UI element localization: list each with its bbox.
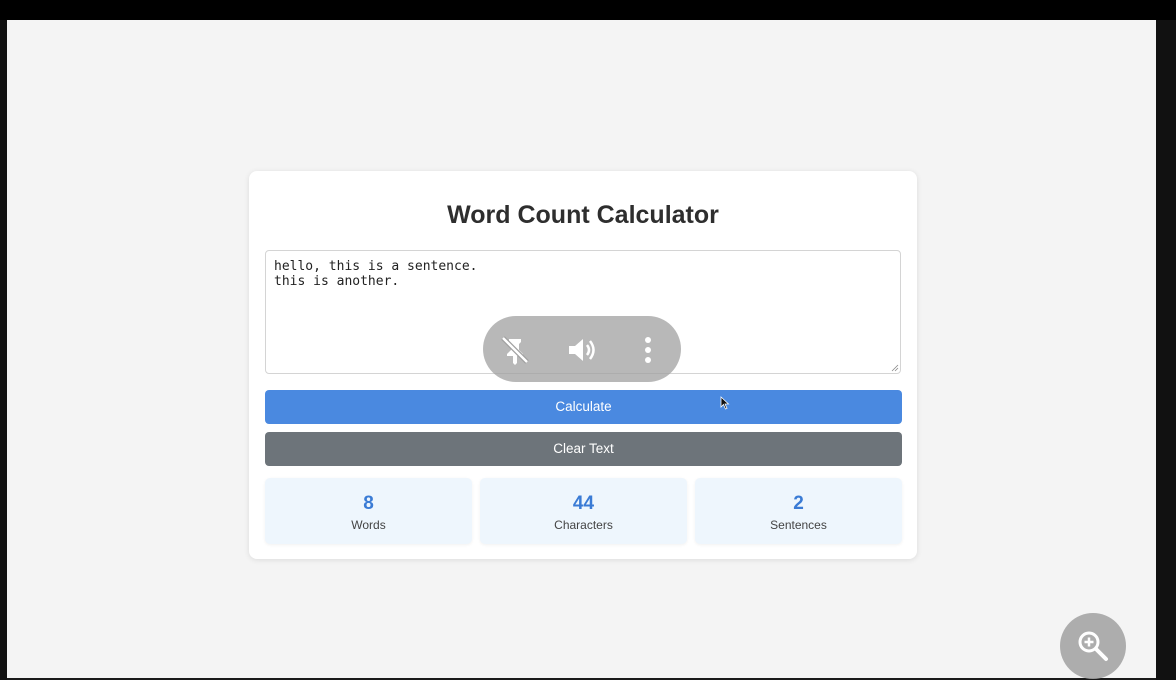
clear-text-button[interactable]: Clear Text [265, 432, 902, 466]
unpin-icon[interactable] [498, 333, 532, 367]
volume-icon[interactable] [565, 333, 599, 367]
media-overlay-controls [483, 316, 681, 382]
page-title: Word Count Calculator [447, 201, 719, 229]
stat-card-characters: 44 Characters [480, 478, 687, 544]
stat-card-words: 8 Words [265, 478, 472, 544]
stat-label: Sentences [770, 518, 827, 532]
stat-label: Characters [554, 518, 613, 532]
zoom-button[interactable] [1060, 613, 1126, 679]
screen-right-edge [1156, 20, 1176, 680]
stat-value: 44 [572, 493, 595, 514]
zoom-in-icon [1078, 631, 1108, 661]
stat-card-sentences: 2 Sentences [695, 478, 902, 544]
calculate-button[interactable]: Calculate [265, 390, 902, 424]
screen-left-edge [0, 20, 7, 680]
stat-value: 2 [793, 493, 804, 514]
more-vertical-icon[interactable] [631, 333, 665, 367]
screen-top-bar [0, 0, 1176, 20]
mouse-cursor-icon [720, 396, 730, 410]
text-line: hello, this is a sentence. [274, 259, 478, 274]
resize-grip-icon[interactable] [891, 364, 899, 372]
text-line: this is another. [274, 274, 400, 289]
stat-value: 8 [363, 493, 374, 514]
stat-label: Words [351, 518, 386, 532]
